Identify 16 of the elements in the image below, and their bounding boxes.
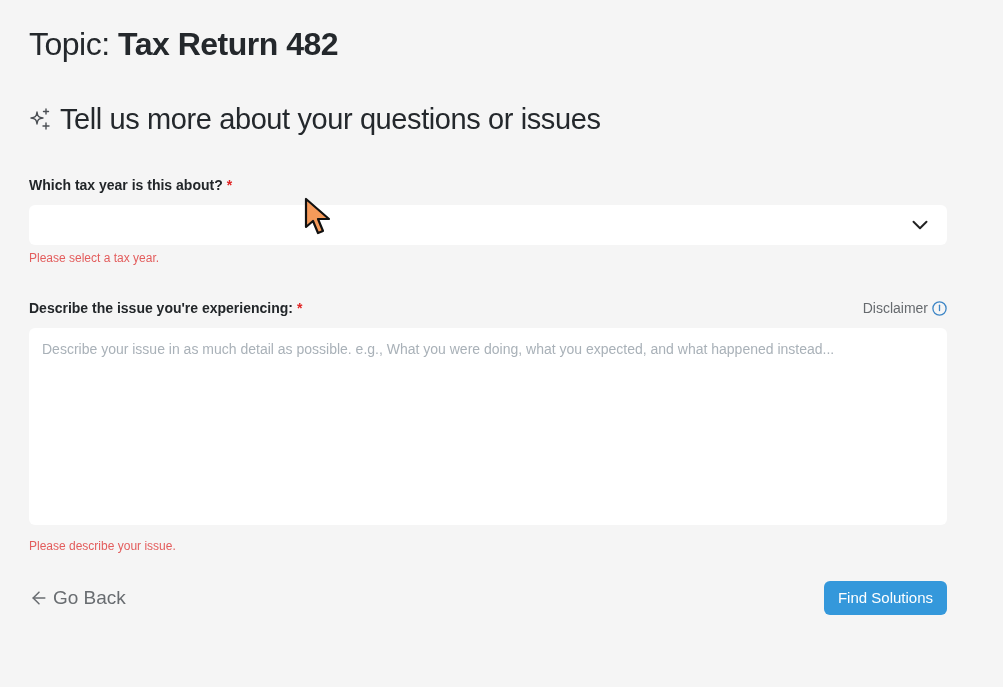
tax-year-select[interactable] <box>29 205 947 245</box>
error-message: Please select a tax year. <box>29 250 161 266</box>
go-back-link[interactable]: Go Back <box>29 586 126 610</box>
find-solutions-button[interactable]: Find Solutions <box>823 581 947 615</box>
issue-textarea[interactable]: Describe your issue in as much detail as possible. e.g., What you were doing, what you expected, and what happened instead... <box>29 328 947 525</box>
sparkle-icon <box>29 108 51 130</box>
field-label: Describe the issue you're experiencing: <box>29 299 293 318</box>
error-message: Please describe your issue. <box>29 538 177 554</box>
info-icon <box>932 300 947 316</box>
disclaimer-link[interactable]: Disclaimer <box>862 298 928 318</box>
field-label: Which tax year is this about? <box>29 176 223 195</box>
section-heading: Tell us more about your questions or issues <box>60 102 601 137</box>
topic-heading: Topic: Tax Return 482 <box>29 25 340 64</box>
required-asterisk: * <box>226 176 233 195</box>
pointer-cursor-icon <box>304 197 332 235</box>
required-asterisk: * <box>297 299 303 318</box>
